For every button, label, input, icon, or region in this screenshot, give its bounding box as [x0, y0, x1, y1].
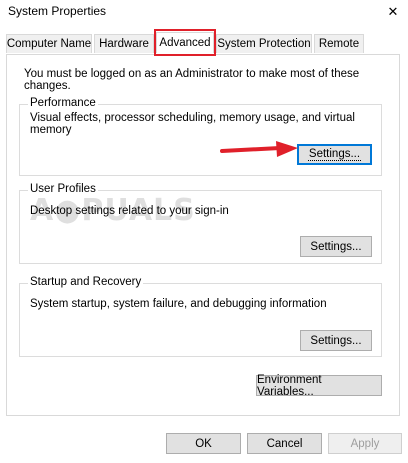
button-label: Settings...: [310, 334, 362, 347]
window-title: System Properties: [8, 4, 107, 18]
button-label: Settings...: [307, 148, 362, 161]
button-label: Settings...: [310, 240, 362, 253]
cancel-button[interactable]: Cancel: [247, 433, 322, 454]
tab-system-protection[interactable]: System Protection: [216, 34, 312, 53]
button-label: Cancel: [266, 437, 303, 450]
startup-recovery-description: System startup, system failure, and debu…: [30, 298, 327, 310]
performance-title: Performance: [28, 97, 98, 109]
startup-recovery-settings-button[interactable]: Settings...: [300, 330, 372, 351]
performance-group: Performance Visual effects, processor sc…: [19, 97, 382, 176]
button-label: Apply: [350, 437, 380, 450]
tab-label: System Protection: [217, 38, 311, 50]
apply-button[interactable]: Apply: [328, 433, 402, 454]
tab-hardware[interactable]: Hardware: [94, 34, 154, 53]
tab-label: Computer Name: [6, 38, 92, 50]
user-profiles-settings-button[interactable]: Settings...: [300, 236, 372, 257]
watermark: A●PUALS: [30, 193, 196, 228]
annotation-highlight-box: [154, 29, 216, 56]
annotation-arrow-icon: [220, 141, 298, 157]
admin-note: You must be logged on as an Administrato…: [24, 68, 360, 92]
performance-description: Visual effects, processor scheduling, me…: [30, 112, 355, 136]
environment-variables-button[interactable]: Environment Variables...: [256, 373, 382, 398]
title-bar: System Properties ✕: [0, 0, 408, 26]
startup-recovery-group: Startup and Recovery System startup, sys…: [19, 276, 382, 357]
tab-label: Remote: [318, 38, 360, 50]
ok-button[interactable]: OK: [166, 433, 241, 454]
startup-recovery-title: Startup and Recovery: [28, 276, 144, 288]
close-button[interactable]: ✕: [378, 0, 408, 24]
close-icon: ✕: [387, 4, 399, 19]
tab-computer-name[interactable]: Computer Name: [6, 34, 92, 53]
tab-label: Hardware: [99, 38, 149, 50]
tab-remote[interactable]: Remote: [314, 34, 364, 53]
button-label: Environment Variables...: [257, 373, 322, 398]
performance-settings-button[interactable]: Settings...: [297, 144, 372, 165]
button-label: OK: [195, 437, 212, 450]
